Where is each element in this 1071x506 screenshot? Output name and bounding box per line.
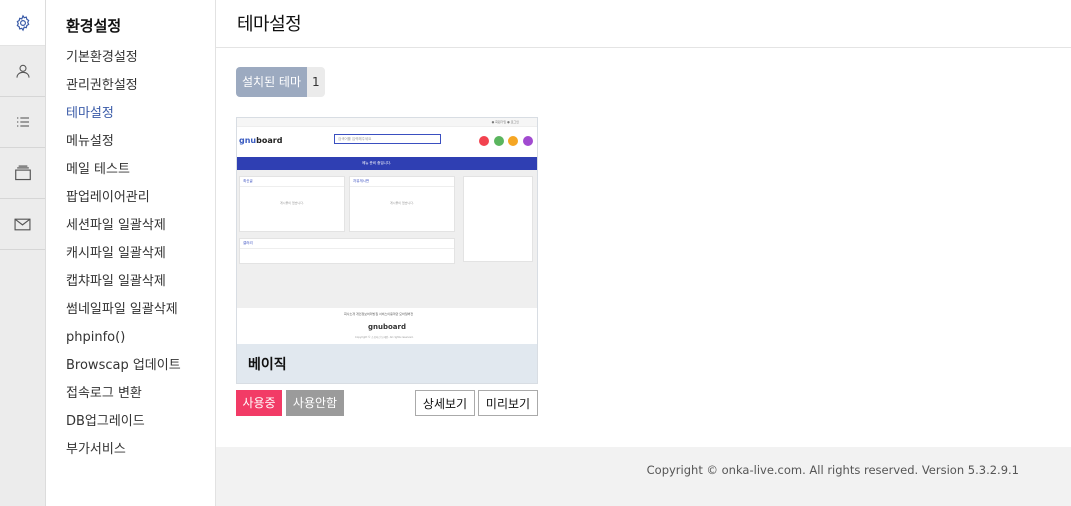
thumb-box-2: 자유게시판 게시물이 없습니다.	[349, 176, 455, 232]
copyright-text: Copyright © onka-live.com. All rights re…	[646, 463, 1019, 477]
thumb-box-1: 최신글 게시물이 없습니다.	[239, 176, 345, 232]
menu-item[interactable]: 기본환경설정	[66, 47, 181, 75]
thumb-search: 검색어를 입력해주세요	[334, 134, 441, 144]
preview-button[interactable]: 미리보기	[478, 390, 538, 416]
gear-icon	[14, 14, 32, 32]
menu-item[interactable]: phpinfo()	[66, 327, 181, 355]
thumb-topbar: ● 회원가입 ● 로그인	[237, 118, 537, 127]
rail-item-board[interactable]	[0, 97, 45, 148]
menu-item[interactable]: 테마설정	[66, 103, 181, 131]
theme-card: ● 회원가입 ● 로그인 gnuboard 검색어를 입력해주세요 메뉴 준비 …	[236, 117, 538, 384]
user-icon	[15, 63, 31, 79]
menu-item[interactable]: 팝업레이어관리	[66, 187, 181, 215]
thumb-body: 최신글 게시물이 없습니다. 자유게시판 게시물이 없습니다. 갤러리	[237, 170, 537, 308]
installed-count: 1	[307, 67, 325, 97]
installed-themes-badge: 설치된 테마 1	[236, 67, 325, 97]
menu-item[interactable]: 캐시파일 일괄삭제	[66, 243, 181, 271]
page-title: 테마설정	[237, 14, 302, 35]
menu-list: 기본환경설정 관리권한설정 테마설정 메뉴설정 메일 테스트 팝업레이어관리 세션파일 일괄…	[66, 47, 181, 467]
thumb-circle-2	[494, 136, 504, 146]
menu-item[interactable]: 메일 테스트	[66, 159, 181, 187]
in-use-button[interactable]: 사용중	[236, 390, 282, 416]
menu-item[interactable]: 메뉴설정	[66, 131, 181, 159]
footer: Copyright © onka-live.com. All rights re…	[216, 447, 1071, 506]
thumb-circle-1	[479, 136, 489, 146]
menu-item[interactable]: 캡챠파일 일괄삭제	[66, 271, 181, 299]
sidebar-menu: 환경설정 기본환경설정 관리권한설정 테마설정 메뉴설정 메일 테스트 팝업레이어관리 세션…	[46, 0, 216, 506]
menu-title: 환경설정	[66, 17, 122, 35]
menu-item[interactable]: 썸네일파일 일괄삭제	[66, 299, 181, 327]
menu-item[interactable]: 부가서비스	[66, 439, 181, 467]
thumb-side-box	[463, 176, 533, 262]
rail-item-shop[interactable]	[0, 148, 45, 199]
rail-item-members[interactable]	[0, 46, 45, 97]
mail-icon	[14, 218, 31, 231]
installed-label: 설치된 테마	[236, 67, 308, 97]
main-content: 테마설정 설치된 테마 1 ● 회원가입 ● 로그인 gnuboard 검색어를…	[216, 0, 1071, 447]
thumb-footer: 회사소개 개인정보처리방침 서비스이용약관 모바일버전 gnuboard Cop…	[237, 308, 537, 344]
thumb-circle-3	[508, 136, 518, 146]
theme-thumbnail: ● 회원가입 ● 로그인 gnuboard 검색어를 입력해주세요 메뉴 준비 …	[237, 118, 537, 344]
thumb-box-3: 갤러리	[239, 238, 455, 264]
menu-item[interactable]: Browscap 업데이트	[66, 355, 181, 383]
menu-item[interactable]: 관리권한설정	[66, 75, 181, 103]
thumb-nav: 메뉴 준비 중입니다.	[237, 157, 537, 170]
thumb-circle-4	[523, 136, 533, 146]
menu-item[interactable]: DB업그레이드	[66, 411, 181, 439]
not-use-button[interactable]: 사용안함	[286, 390, 344, 416]
icon-rail	[0, 0, 46, 506]
page-header: 테마설정	[216, 0, 1071, 48]
rail-item-settings[interactable]	[0, 0, 45, 46]
theme-name: 베이직	[248, 357, 287, 373]
detail-button[interactable]: 상세보기	[415, 390, 475, 416]
thumb-logo: gnuboard	[239, 136, 283, 145]
list-icon	[15, 114, 31, 130]
layers-icon	[14, 165, 32, 181]
rail-item-sms[interactable]	[0, 199, 45, 250]
menu-item[interactable]: 세션파일 일괄삭제	[66, 215, 181, 243]
menu-item[interactable]: 접속로그 변환	[66, 383, 181, 411]
